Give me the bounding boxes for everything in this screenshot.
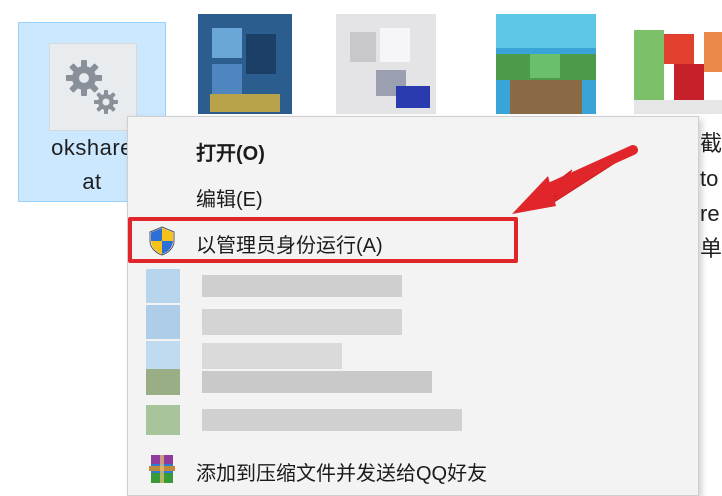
red-arrow-icon [512,145,638,214]
